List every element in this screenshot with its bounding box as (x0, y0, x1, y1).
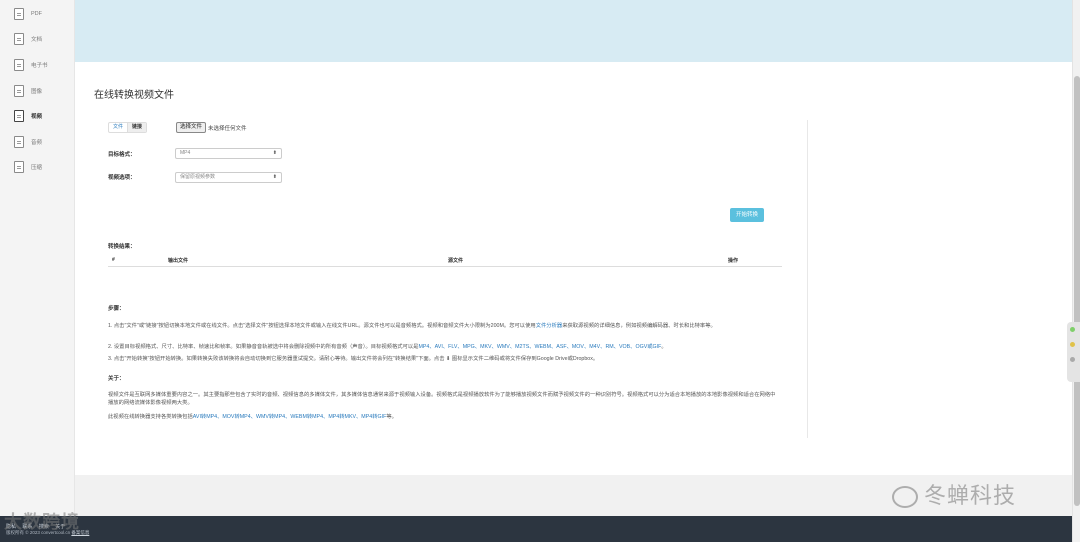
top-banner (75, 0, 1072, 62)
step-2: 2. 设置目标视频格式、尺寸、比特率、帧速比和帧率。如果静音音轨被选中将会删除视… (108, 343, 780, 351)
yellow-dot-icon (1070, 342, 1075, 347)
sidebar-item-label: 图像 (31, 88, 43, 95)
file-status-text: 未选择任何文件 (208, 126, 247, 132)
page-title: 在线转换视频文件 (94, 90, 174, 101)
col-action: 操作 (728, 258, 739, 264)
step-2-text-a: 2. 设置目标视频格式、尺寸、比特率、帧速比和帧率。如果静音音轨被选中将会删除视… (108, 344, 419, 350)
select-arrows-icon: ⬍ (272, 174, 277, 180)
source-tabs: 文件 链接 (108, 122, 148, 133)
sidebar: PDF 文档 电子书 图像 视频 音频 压缩 (0, 0, 75, 516)
floating-toolbar[interactable] (1067, 322, 1080, 382)
sidebar-item-image[interactable]: 图像 (0, 78, 74, 104)
about-title: 关于： (108, 376, 125, 382)
sidebar-item-label: PDF (31, 10, 42, 17)
sidebar-item-label: 电子书 (31, 62, 48, 69)
tab-link[interactable]: 链接 (127, 123, 147, 132)
watermark-left: 大数跨境 (4, 512, 80, 532)
file-analyzer-link[interactable]: 文件分析器 (536, 323, 563, 329)
col-index: # (112, 257, 115, 263)
about-text-b: 等。 (386, 414, 397, 420)
step-3: 3. 点击"开始转换"按钮开始转换。如果转换失败该转换将会自动切换到它服务器重试… (108, 356, 599, 362)
sidebar-item-pdf[interactable]: PDF (0, 1, 74, 27)
col-output: 输出文件 (168, 258, 189, 264)
sidebar-item-document[interactable]: 文档 (0, 27, 74, 53)
result-table-header: # 输出文件 源文件 操作 (108, 254, 782, 267)
archive-icon (14, 161, 24, 174)
step-1: 1. 点击"文件"或"链接"按钮切换本地文件或在线文件。点击"选择文件"按钮选择… (108, 322, 780, 330)
sidebar-item-label: 文档 (31, 37, 43, 44)
sidebar-item-ebook[interactable]: 电子书 (0, 52, 74, 78)
watermark-right-text: 冬蝉科技 (924, 483, 1017, 508)
format-links[interactable]: MP4、AVI、FLV、MPG、MKV、WMV、M2TS、WEBM、ASF、MO… (418, 344, 661, 350)
video-options-value: 保留原视频参数 (180, 174, 216, 180)
sidebar-item-video[interactable]: 视频 (0, 103, 74, 129)
target-format-select[interactable]: MP4 ⬍ (175, 148, 282, 159)
pdf-file-icon (14, 7, 24, 20)
steps-title: 步骤： (108, 306, 125, 312)
ebook-icon (14, 58, 24, 71)
choose-file-button[interactable]: 选择文件 (176, 122, 207, 133)
video-options-label: 视频选项： (108, 175, 136, 181)
start-convert-button[interactable]: 开始转换 (730, 208, 764, 222)
image-icon (14, 84, 24, 97)
target-format-label: 目标格式： (108, 152, 136, 158)
scrollbar-thumb[interactable] (1074, 76, 1080, 506)
sidebar-item-label: 压缩 (31, 165, 43, 172)
gray-dot-icon (1070, 357, 1075, 362)
sidebar-item-archive[interactable]: 压缩 (0, 155, 74, 181)
page-scrollbar[interactable] (1072, 0, 1080, 542)
sidebar-item-label: 视频 (31, 114, 43, 121)
result-label: 转换结果： (108, 244, 136, 250)
step-2-text-b: 。 (661, 344, 667, 350)
audio-icon (14, 135, 24, 148)
video-icon (14, 110, 24, 123)
watermark-right: 冬蝉科技 (892, 478, 1016, 510)
footer: 隐私 联系 搜索 关于 版权所有 © 2023 convertcool.cn 备… (0, 516, 1072, 542)
sidebar-item-label: 音频 (31, 139, 43, 146)
video-options-select[interactable]: 保留原视频参数 ⬍ (175, 172, 282, 183)
sidebar-item-audio[interactable]: 音频 (0, 129, 74, 155)
about-paragraph: 视频文件是互联网多媒体重要内容之一。其主要指那些包含了实时的音频、视频信息的多媒… (108, 392, 776, 406)
wechat-icon (892, 486, 918, 509)
col-source: 源文件 (448, 258, 464, 264)
green-dot-icon (1070, 327, 1075, 332)
column-divider (807, 120, 808, 438)
step-1-text-b: 来获取源视频的详细信息，例如视频编解码器、时长和比特率等。 (562, 323, 716, 329)
target-format-value: MP4 (180, 150, 191, 156)
document-icon (14, 33, 24, 46)
about-text-a: 此视频在线转换器支持各类转换包括 (108, 414, 193, 420)
select-arrows-icon: ⬍ (272, 150, 277, 156)
tab-file[interactable]: 文件 (109, 123, 127, 132)
step-1-text-a: 1. 点击"文件"或"链接"按钮切换本地文件或在线文件。点击"选择文件"按钮选择… (108, 323, 536, 329)
conversion-links[interactable]: AVI转MP4、MOV转MP4、WMV转MP4、WEBM转MP4、MP4转MKV… (193, 414, 387, 420)
about-conversions: 此视频在线转换器支持各类转换包括AVI转MP4、MOV转MP4、WMV转MP4、… (108, 413, 780, 421)
